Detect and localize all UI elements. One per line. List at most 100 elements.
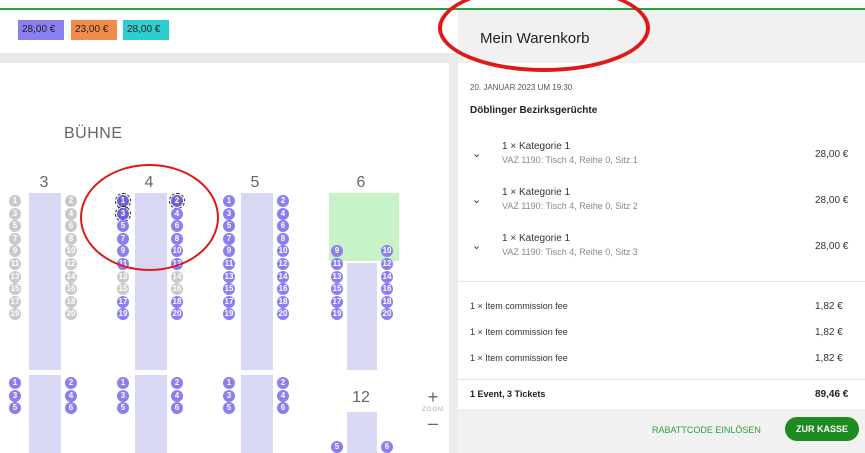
seat[interactable]: 5 <box>331 441 343 453</box>
seat[interactable]: 19 <box>117 308 129 321</box>
seat[interactable]: 4 <box>65 389 77 402</box>
zoom-out-button[interactable]: – <box>418 413 448 433</box>
seat[interactable]: 13 <box>117 270 129 283</box>
seat[interactable]: 7 <box>223 232 235 245</box>
seat[interactable]: 1 <box>223 195 235 207</box>
cart-item[interactable]: ⌄ 1 × Kategorie 1 VAZ 1190: Tisch 4, Rei… <box>470 141 865 171</box>
seat[interactable]: 17 <box>331 295 343 308</box>
seat[interactable]: 6 <box>65 220 77 233</box>
seat[interactable]: 11 <box>9 258 21 270</box>
seat[interactable]: 8 <box>277 232 289 245</box>
seat[interactable]: 9 <box>9 245 21 258</box>
seat[interactable]: 3 <box>117 389 129 402</box>
seat[interactable]: 20 <box>65 308 77 321</box>
seat[interactable]: 20 <box>277 308 289 321</box>
seat[interactable]: 5 <box>117 402 129 415</box>
seat[interactable]: 15 <box>9 283 21 296</box>
seat[interactable]: 6 <box>65 402 77 415</box>
seat[interactable]: 3 <box>223 389 235 402</box>
checkout-button[interactable]: ZUR KASSE <box>785 417 859 441</box>
seat[interactable]: 5 <box>117 220 129 233</box>
seat[interactable]: 5 <box>9 402 21 415</box>
seat[interactable]: 15 <box>331 283 343 296</box>
seat[interactable]: 15 <box>117 283 129 296</box>
seat[interactable]: 11 <box>117 258 129 270</box>
seat[interactable]: 13 <box>223 270 235 283</box>
selected-seat[interactable]: 1 <box>115 193 131 209</box>
selected-seat[interactable]: 3 <box>115 205 131 222</box>
seat[interactable]: 18 <box>171 295 183 308</box>
seat[interactable]: 4 <box>277 207 289 220</box>
zoom-in-button[interactable]: + <box>418 387 448 407</box>
seat[interactable]: 11 <box>331 258 343 270</box>
seat[interactable]: 14 <box>277 270 289 283</box>
seat[interactable]: 6 <box>277 220 289 233</box>
seat[interactable]: 10 <box>171 245 183 258</box>
chevron-down-icon[interactable]: ⌄ <box>472 239 481 252</box>
seat[interactable]: 3 <box>9 207 21 220</box>
seat[interactable]: 12 <box>277 258 289 270</box>
seat[interactable]: 7 <box>117 232 129 245</box>
seatmap[interactable]: BÜHNE 3 4 5 6 9 10 11 12 + ZOOM – 123456… <box>0 63 449 453</box>
seat[interactable]: 12 <box>171 258 183 270</box>
seat[interactable]: 9 <box>117 245 129 258</box>
seat[interactable]: 10 <box>65 245 77 258</box>
seat[interactable]: 19 <box>331 308 343 321</box>
coupon-button[interactable]: RABATTCODE EINLÖSEN <box>652 425 761 435</box>
seat[interactable]: 19 <box>223 308 235 321</box>
seat[interactable]: 3 <box>223 207 235 220</box>
seat[interactable]: 1 <box>9 195 21 207</box>
seat[interactable]: 1 <box>9 377 21 389</box>
chevron-down-icon[interactable]: ⌄ <box>472 147 481 160</box>
selected-seat[interactable]: 2 <box>169 193 185 209</box>
seat[interactable]: 14 <box>381 270 393 283</box>
seat[interactable]: 4 <box>171 207 183 220</box>
seat[interactable]: 12 <box>65 258 77 270</box>
seat[interactable]: 6 <box>171 402 183 415</box>
seat[interactable]: 2 <box>65 377 77 389</box>
seat[interactable]: 5 <box>223 402 235 415</box>
seat[interactable]: 2 <box>171 377 183 389</box>
seat[interactable]: 18 <box>381 295 393 308</box>
seat[interactable]: 13 <box>331 270 343 283</box>
seat[interactable]: 14 <box>65 270 77 283</box>
seat[interactable]: 20 <box>381 308 393 321</box>
seat[interactable]: 1 <box>223 377 235 389</box>
seat[interactable]: 7 <box>9 232 21 245</box>
chevron-down-icon[interactable]: ⌄ <box>472 193 481 206</box>
cart-item[interactable]: ⌄ 1 × Kategorie 1 VAZ 1190: Tisch 4, Rei… <box>470 187 865 217</box>
seat[interactable]: 16 <box>171 283 183 296</box>
seat[interactable]: 13 <box>9 270 21 283</box>
seat[interactable]: 4 <box>65 207 77 220</box>
seat[interactable]: 16 <box>277 283 289 296</box>
seat[interactable]: 2 <box>277 195 289 207</box>
seat[interactable]: 4 <box>171 389 183 402</box>
seat[interactable]: 18 <box>277 295 289 308</box>
seat[interactable]: 6 <box>277 402 289 415</box>
seat[interactable]: 20 <box>171 308 183 321</box>
seat[interactable]: 9 <box>223 245 235 258</box>
seat[interactable]: 3 <box>9 389 21 402</box>
seat[interactable]: 16 <box>65 283 77 296</box>
seat[interactable]: 18 <box>65 295 77 308</box>
seat[interactable]: 16 <box>381 283 393 296</box>
seat[interactable]: 8 <box>171 232 183 245</box>
seat[interactable]: 4 <box>277 389 289 402</box>
seat[interactable]: 6 <box>381 441 393 453</box>
seat[interactable]: 15 <box>223 283 235 296</box>
seat[interactable]: 2 <box>277 377 289 389</box>
seat[interactable]: 2 <box>65 195 77 207</box>
seat[interactable]: 8 <box>65 232 77 245</box>
seat[interactable]: 17 <box>223 295 235 308</box>
cart-item[interactable]: ⌄ 1 × Kategorie 1 VAZ 1190: Tisch 4, Rei… <box>470 233 865 263</box>
seat[interactable]: 19 <box>9 308 21 321</box>
seat[interactable]: 5 <box>223 220 235 233</box>
seat[interactable]: 1 <box>117 377 129 389</box>
seat[interactable]: 11 <box>223 258 235 270</box>
seat[interactable]: 12 <box>381 258 393 270</box>
seat[interactable]: 14 <box>171 270 183 283</box>
seat[interactable]: 10 <box>277 245 289 258</box>
seat[interactable]: 5 <box>9 220 21 233</box>
seat[interactable]: 17 <box>117 295 129 308</box>
seat[interactable]: 17 <box>9 295 21 308</box>
